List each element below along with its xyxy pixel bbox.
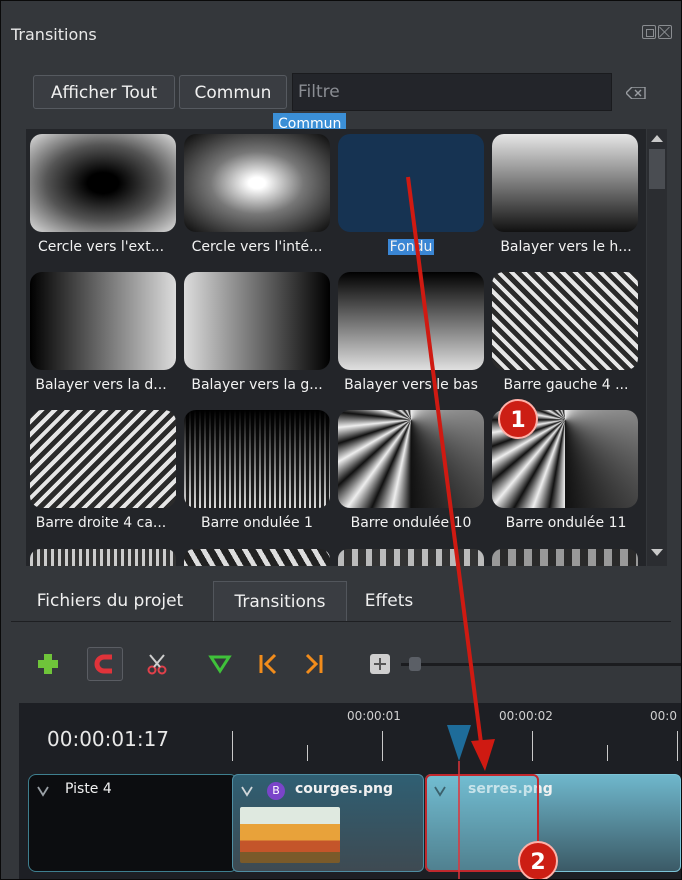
circle-in-thumbnail [184,134,330,232]
ruler-tick [232,731,233,761]
tab-effects[interactable]: Effets [349,581,429,621]
ruler-tick [307,745,308,761]
transition-tile[interactable] [29,134,177,232]
float-panel-icon[interactable] [642,25,656,39]
center-playhead-icon[interactable] [367,651,393,677]
ruler-tick [382,731,383,761]
bar-right-thumbnail [30,410,176,508]
track-name: Piste 4 [65,781,112,797]
add-marker-icon[interactable] [207,651,233,677]
transition-tile[interactable] [491,134,639,232]
grid-scrollbar[interactable] [647,129,667,566]
wipe-right-thumbnail [30,272,176,370]
wipe-left-thumbnail [184,272,330,370]
ruler-tick [607,745,608,761]
next-marker-icon[interactable] [301,651,327,677]
transition-tile[interactable] [183,272,331,370]
fade-thumbnail [338,134,484,232]
wavy-1-thumbnail [184,410,330,508]
transition-label: Fondu [331,239,491,255]
transition-label: Barre gauche 4 ... [503,377,629,393]
transitions-grid: Cercle vers l'ext... Cercle vers l'inté.… [26,129,646,566]
transition-label: Cercle vers l'ext... [37,239,165,255]
transition-label: Barre ondulée 1 [201,515,313,531]
tab-project-files[interactable]: Fichiers du projet [11,581,209,621]
ruler-tick [677,731,678,761]
add-track-icon[interactable] [35,651,61,677]
transition-thumbnail-partial [338,549,484,566]
transition-thumbnail-partial [30,549,176,566]
show-all-button[interactable]: Afficher Tout [33,75,175,109]
transition-label: Cercle vers l'inté... [191,239,323,255]
filter-input[interactable]: Filtre [292,73,612,111]
tab-transitions[interactable]: Transitions [213,581,347,621]
track-header[interactable]: Piste 4 [28,774,238,872]
clip-thumbnail [240,807,340,863]
transition-label: Barre droite 4 ca... [35,515,167,531]
scrollbar-thumb[interactable] [649,149,665,189]
scroll-down-icon[interactable] [651,549,663,556]
selected-transition-label: Fondu [387,239,435,255]
magnet-icon [94,654,112,674]
transition-tile[interactable] [29,410,177,508]
transition-tile[interactable] [491,272,639,370]
common-button[interactable]: Commun [179,75,287,109]
circle-out-thumbnail [30,134,176,232]
transition-label: Balayer vers le bas [344,377,478,393]
transition-label: Balayer vers le h... [500,239,632,255]
transition-tile[interactable] [337,410,485,508]
clip-badge: B [267,782,285,800]
wipe-up-thumbnail [492,134,638,232]
transition-tile[interactable] [29,272,177,370]
transition-thumbnail-partial [184,549,330,566]
wavy-10-thumbnail [338,410,484,508]
scroll-up-icon[interactable] [651,135,663,142]
previous-marker-icon[interactable] [255,651,281,677]
callout-1: 1 [498,399,538,439]
ruler-label: 00:00:02 [499,709,553,723]
clip-menu-icon[interactable] [241,785,253,797]
zoom-slider-handle[interactable] [409,657,421,671]
wipe-down-thumbnail [338,272,484,370]
razor-scissors-icon[interactable] [145,651,171,677]
callout-2: 2 [518,841,558,879]
transition-label: Barre ondulée 11 [505,515,627,531]
snapping-toggle[interactable] [87,647,123,681]
transition-tile[interactable] [337,272,485,370]
panel-title: Transitions [11,25,97,44]
ruler-tick [532,731,533,761]
transition-thumbnail-partial [492,549,638,566]
transition-tile[interactable] [183,134,331,232]
clip-courges[interactable]: courges.png [232,774,424,872]
current-timecode: 00:00:01:17 [47,727,170,751]
timeline-toolbar [1,641,681,691]
transition-label: Balayer vers la d... [35,377,167,393]
ruler-label: 00:00:01 [347,709,401,723]
bar-left-thumbnail [492,272,638,370]
track-menu-icon[interactable] [37,785,49,797]
transition-tile[interactable] [183,410,331,508]
ruler-label: 00:0 [650,709,677,723]
transitions-panel: Transitions Afficher Tout Commun Filtre … [0,0,682,880]
close-panel-icon[interactable] [658,25,672,39]
clear-filter-icon[interactable] [626,87,646,99]
dock-tabs: Fichiers du projet Transitions Effets [11,581,671,622]
clip-name: courges.png [295,781,393,797]
transition-label: Barre ondulée 10 [350,515,472,531]
transition-label: Balayer vers la g... [191,377,323,393]
transition-tile-selected[interactable] [337,134,485,232]
zoom-slider-track[interactable] [401,663,681,666]
